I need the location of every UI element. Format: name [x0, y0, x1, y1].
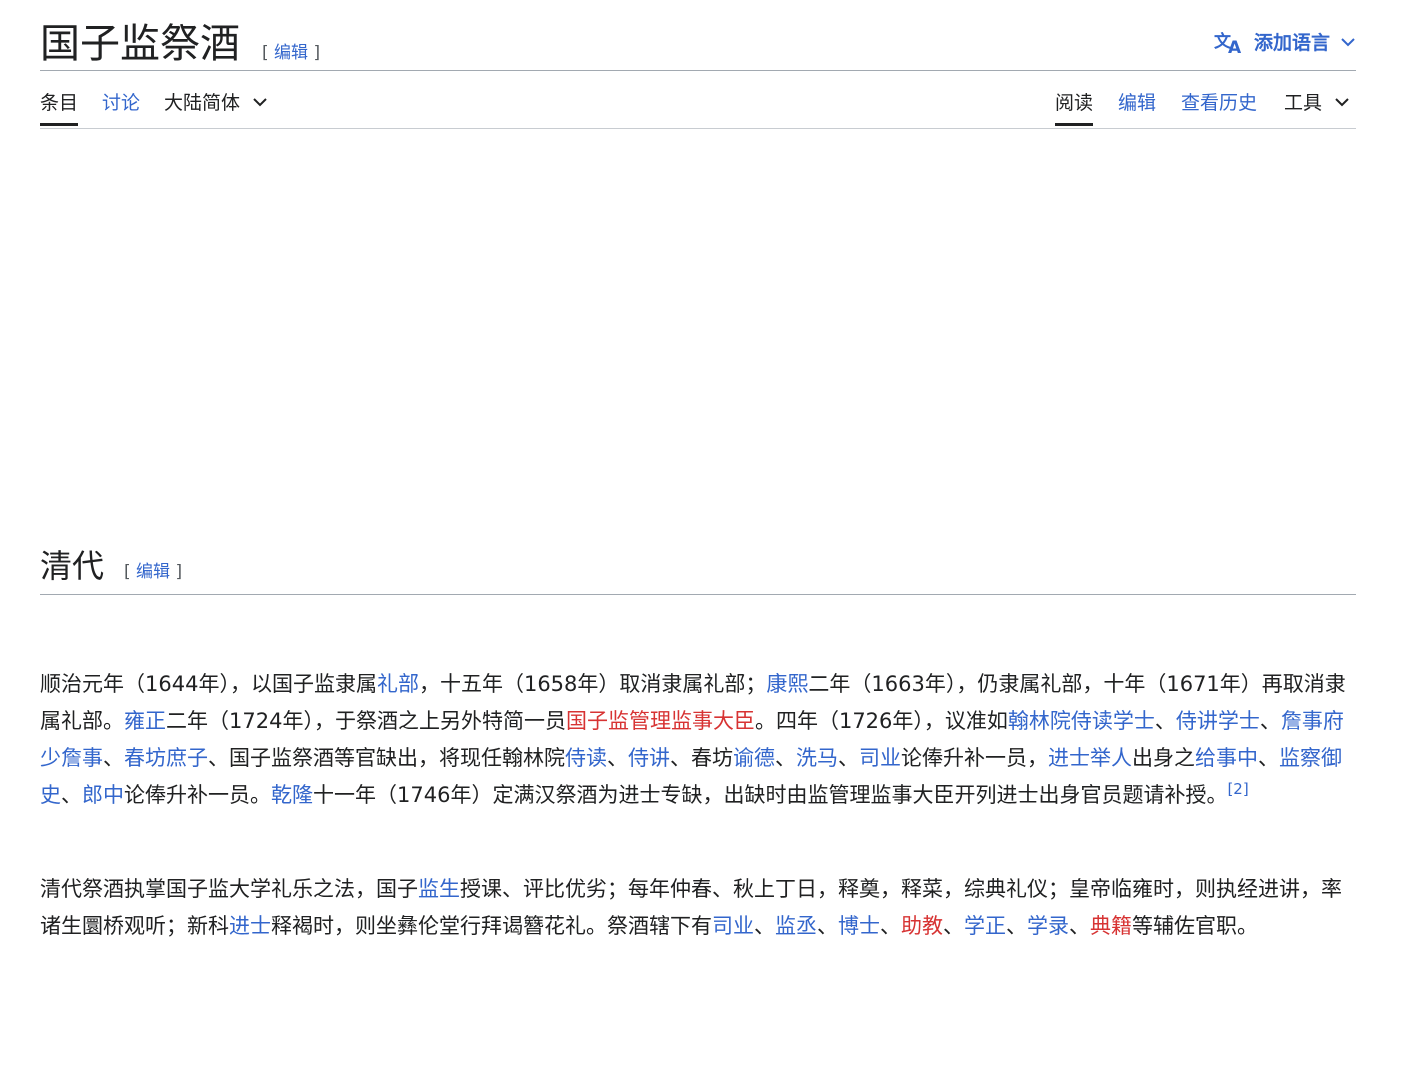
- link[interactable]: 侍读: [565, 746, 607, 770]
- link[interactable]: 洗马: [796, 746, 838, 770]
- tabs-divider: [40, 128, 1356, 129]
- section-paragraph-2: 顺治元年（1644年），以国子监隶属礼部，十五年（1658年）取消隶属礼部；康熙…: [40, 672, 1346, 807]
- chevron-down-icon: [1334, 87, 1350, 121]
- chevron-down-icon: [252, 87, 268, 121]
- variant-label: 大陆简体: [164, 92, 241, 114]
- add-language-label: 添加语言: [1253, 32, 1330, 54]
- tools-label: 工具: [1284, 92, 1323, 114]
- section-edit-section: [ 编辑 ]: [124, 562, 183, 582]
- wiki-page: 国子监祭酒 [ 编辑 ] 文A 添加语言 条目 讨论 大陆简体 阅读 编辑 查看…: [0, 0, 1406, 1080]
- tab-article[interactable]: 条目: [40, 86, 79, 126]
- title-edit-link[interactable]: 编辑: [274, 43, 308, 63]
- link[interactable]: 博士: [838, 914, 880, 938]
- section-edit-link[interactable]: 编辑: [136, 562, 170, 582]
- reference-2[interactable]: [2]: [1227, 780, 1248, 798]
- link[interactable]: 侍讲学士: [1176, 709, 1260, 733]
- svg-text:A: A: [1228, 38, 1242, 55]
- link[interactable]: 监生: [418, 877, 460, 901]
- tab-read[interactable]: 阅读: [1055, 86, 1094, 126]
- link[interactable]: 学正: [964, 914, 1006, 938]
- link[interactable]: 监察御史: [40, 746, 1342, 807]
- page-title: 国子监祭酒: [40, 21, 240, 67]
- link[interactable]: 进士: [229, 914, 271, 938]
- tab-history[interactable]: 查看历史: [1181, 86, 1257, 126]
- section-heading: 清代 [ 编辑 ]: [40, 543, 1356, 595]
- page-tabs: 条目 讨论 大陆简体 阅读 编辑 查看历史 工具: [40, 86, 1356, 130]
- link[interactable]: 礼部: [377, 672, 419, 696]
- link[interactable]: 学录: [1027, 914, 1069, 938]
- link[interactable]: 郎中: [82, 783, 124, 807]
- link[interactable]: 雍正: [124, 709, 166, 733]
- chevron-down-icon: [1340, 34, 1356, 50]
- link[interactable]: 谕德: [733, 746, 775, 770]
- link[interactable]: 司业: [712, 914, 754, 938]
- tab-talk[interactable]: 讨论: [102, 86, 140, 126]
- add-language-button[interactable]: 文A 添加语言: [1214, 28, 1356, 55]
- article-intro: [40, 162, 1358, 184]
- link[interactable]: 司业: [859, 746, 901, 770]
- redlink[interactable]: 助教: [901, 914, 943, 938]
- link[interactable]: 春坊庶子: [124, 746, 208, 770]
- title-row: 国子监祭酒 [ 编辑 ] 文A 添加语言: [40, 18, 1356, 70]
- link[interactable]: 进士举人: [1048, 746, 1132, 770]
- link[interactable]: 侍讲: [628, 746, 670, 770]
- section-divider: [40, 594, 1356, 595]
- redlink[interactable]: 典籍: [1090, 914, 1132, 938]
- title-edit-section: [ 编辑 ]: [262, 43, 321, 63]
- section-title: 清代: [40, 547, 105, 585]
- variant-dropdown[interactable]: 大陆简体: [164, 86, 268, 126]
- translate-icon: 文A: [1214, 29, 1244, 55]
- tab-edit[interactable]: 编辑: [1118, 86, 1156, 126]
- tools-dropdown[interactable]: 工具: [1284, 86, 1350, 126]
- link[interactable]: 给事中: [1195, 746, 1258, 770]
- link[interactable]: 康熙: [766, 672, 808, 696]
- title-divider: [40, 70, 1356, 71]
- link[interactable]: 乾隆: [271, 783, 313, 807]
- section-paragraph-3: 清代祭酒执掌国子监大学礼乐之法，国子监生授课、评比优劣；每年仲春、秋上丁日，释奠…: [40, 877, 1342, 938]
- redlink[interactable]: 国子监管理监事大臣: [566, 709, 755, 733]
- link[interactable]: 翰林院侍读学士: [1008, 709, 1155, 733]
- link[interactable]: 监丞: [775, 914, 817, 938]
